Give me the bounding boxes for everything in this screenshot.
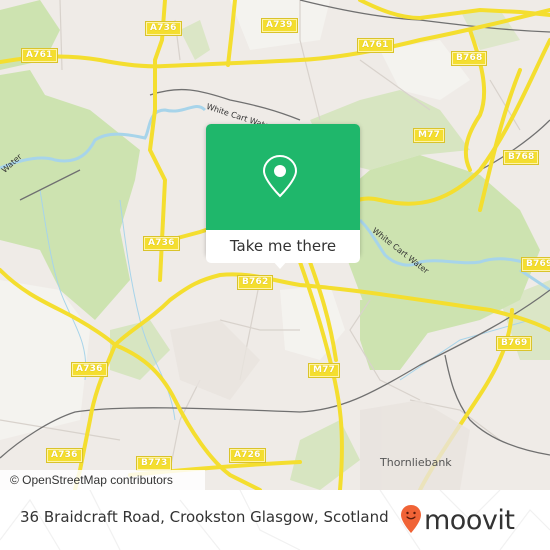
road-label-b769-south: B769 (495, 336, 533, 351)
place-label-thornliebank: Thornliebank (380, 456, 452, 469)
road-label-a761-east: A761 (357, 38, 394, 53)
map-pin-icon (261, 154, 299, 202)
location-popup: Take me there (206, 124, 360, 269)
road-label-a736-bottom: A736 (46, 448, 83, 463)
moovit-logo[interactable]: moovit (400, 504, 515, 538)
road-label-m77-south: M77 (307, 363, 341, 378)
footer-bar: 36 Braidcraft Road, Crookston Glasgow, S… (0, 490, 550, 550)
road-label-b769-east: B769 (520, 257, 550, 272)
moovit-wordmark: moovit (424, 505, 515, 536)
address-text: 36 Braidcraft Road, Crookston Glasgow, S… (20, 508, 389, 526)
road-label-m77-north: M77 (412, 128, 446, 143)
road-label-a726: A726 (229, 448, 266, 463)
road-label-a739: A739 (261, 18, 298, 33)
road-label-b768-north: B768 (450, 51, 488, 66)
moovit-pin-smile-icon (400, 504, 422, 538)
road-label-a736-southwest: A736 (71, 362, 108, 377)
road-label-b768-east: B768 (502, 150, 540, 165)
map-view[interactable]: A761 A736 A739 A761 B768 M77 B768 A736 B… (0, 0, 550, 490)
road-label-a736-mid: A736 (143, 236, 180, 251)
map-attribution[interactable]: © OpenStreetMap contributors (0, 470, 205, 490)
road-label-b762: B762 (236, 275, 274, 290)
road-label-a761-west: A761 (21, 48, 58, 63)
road-label-b773: B773 (135, 456, 173, 471)
popup-tail (272, 260, 288, 269)
road-label-a736-north: A736 (145, 21, 182, 36)
take-me-there-button[interactable]: Take me there (206, 230, 360, 263)
popup-header (206, 124, 360, 230)
